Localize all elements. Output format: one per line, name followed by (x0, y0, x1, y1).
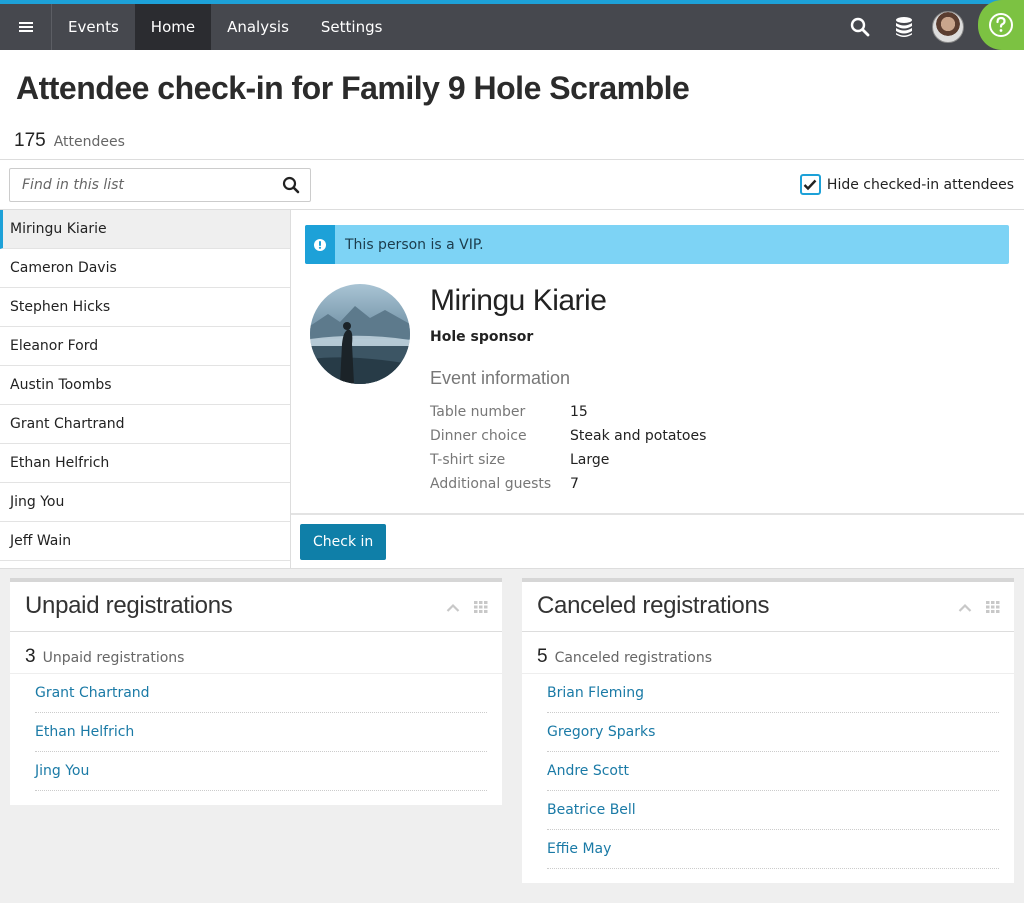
drag-grid-icon[interactable] (474, 598, 488, 617)
nav-events[interactable]: Events (52, 4, 135, 50)
card-controls (446, 598, 488, 617)
card-count-number: 3 (25, 646, 36, 667)
event-info-row: Dinner choice Steak and potatoes (430, 424, 706, 448)
registration-link[interactable]: Brian Fleming (547, 674, 999, 713)
field-label: Table number (430, 404, 526, 420)
field-value: 15 (570, 404, 588, 420)
top-navigation-bar: Events Home Analysis Settings (0, 0, 1024, 50)
field-label: Additional guests (430, 476, 552, 492)
field-label: T-shirt size (430, 452, 506, 468)
attendee-count: 175 Attendees (14, 130, 125, 152)
search-icon[interactable] (282, 176, 300, 198)
card-list: Brian Fleming Gregory Sparks Andre Scott… (522, 674, 1014, 869)
vip-message: This person is a VIP. (345, 236, 484, 253)
checkin-panel: Attendee check-in for Family 9 Hole Scra… (0, 50, 1024, 569)
page-title: Attendee check-in for Family 9 Hole Scra… (16, 70, 690, 106)
attendee-detail: This person is a VIP. Miringu Kiarie Hol… (291, 210, 1024, 569)
field-value: 7 (570, 476, 579, 492)
card-count-number: 5 (537, 646, 548, 667)
attendee-photo (310, 284, 410, 384)
attendee-row[interactable]: Miringu Kiarie (0, 210, 290, 249)
filter-bar: Hide checked-in attendees (0, 159, 1024, 210)
field-value: Large (570, 452, 610, 468)
registration-link[interactable]: Effie May (547, 830, 999, 869)
avatar-image (932, 11, 964, 43)
detail-footer: Check in (291, 513, 1024, 569)
card-controls (958, 598, 1000, 617)
vip-alert: This person is a VIP. (305, 225, 1009, 264)
topbar-actions (838, 0, 1024, 50)
card-title: Unpaid registrations (25, 592, 233, 619)
main-nav: Events Home Analysis Settings (52, 4, 398, 50)
user-avatar[interactable] (926, 4, 970, 50)
nav-home[interactable]: Home (134, 4, 212, 50)
attendee-row[interactable]: Eleanor Ford (0, 327, 290, 366)
attendee-row[interactable]: Stephen Hicks (0, 288, 290, 327)
hide-checked-in-checkbox[interactable] (799, 174, 821, 195)
field-label: Dinner choice (430, 428, 527, 444)
attendee-row[interactable]: Ethan Helfrich (0, 444, 290, 483)
hamburger-icon (18, 26, 33, 28)
event-info-row: Table number 15 (430, 400, 706, 424)
card-count-label: Unpaid registrations (42, 650, 185, 666)
card-list: Grant Chartrand Ethan Helfrich Jing You (10, 674, 502, 791)
menu-button[interactable] (0, 4, 52, 50)
hide-checked-in-toggle[interactable]: Hide checked-in attendees (799, 174, 1014, 195)
attendee-count-label: Attendees (53, 134, 125, 150)
question-icon (989, 13, 1013, 37)
attendee-list: Miringu Kiarie Cameron Davis Stephen Hic… (0, 210, 291, 569)
drag-grid-icon[interactable] (986, 598, 1000, 617)
registration-link[interactable]: Gregory Sparks (547, 713, 999, 752)
attendee-name: Miringu Kiarie (430, 284, 607, 317)
attendee-row[interactable]: Jeff Wain (0, 522, 290, 561)
card-count-label: Canceled registrations (554, 650, 713, 666)
event-info-row: Additional guests 7 (430, 472, 706, 496)
registration-link[interactable]: Beatrice Bell (547, 791, 999, 830)
nav-settings[interactable]: Settings (305, 4, 399, 50)
event-info-heading: Event information (430, 368, 571, 388)
unpaid-registrations-card: Unpaid registrations 3 Unpaid registrati… (10, 578, 502, 805)
database-icon[interactable] (882, 4, 926, 50)
registration-link[interactable]: Grant Chartrand (35, 674, 487, 713)
attendee-row[interactable]: Cameron Davis (0, 249, 290, 288)
search-icon[interactable] (838, 4, 882, 50)
attendee-row[interactable]: Grant Chartrand (0, 405, 290, 444)
canceled-registrations-card: Canceled registrations 5 Canceled regist… (522, 578, 1014, 883)
search-input[interactable] (10, 177, 270, 193)
check-in-button[interactable]: Check in (300, 524, 387, 560)
attendee-count-number: 175 (14, 130, 46, 151)
event-info-row: T-shirt size Large (430, 448, 706, 472)
registration-link[interactable]: Ethan Helfrich (35, 713, 487, 752)
event-info-table: Table number 15 Dinner choice Steak and … (430, 400, 706, 496)
card-header: Unpaid registrations (10, 582, 502, 632)
info-icon (305, 225, 335, 264)
chevron-up-icon[interactable] (446, 598, 460, 617)
registration-link[interactable]: Jing You (35, 752, 487, 791)
nav-analysis[interactable]: Analysis (211, 4, 305, 50)
attendee-row[interactable]: Austin Toombs (0, 366, 290, 405)
search-box (9, 168, 311, 202)
chevron-up-icon[interactable] (958, 598, 972, 617)
registration-link[interactable]: Andre Scott (547, 752, 999, 791)
help-button[interactable] (978, 0, 1024, 50)
card-count: 3 Unpaid registrations (10, 632, 502, 674)
checkmark-icon (804, 179, 817, 190)
card-title: Canceled registrations (537, 592, 770, 619)
attendee-role: Hole sponsor (430, 329, 534, 345)
card-header: Canceled registrations (522, 582, 1014, 632)
hide-checked-in-label: Hide checked-in attendees (826, 176, 1014, 193)
field-value: Steak and potatoes (570, 428, 707, 444)
card-count: 5 Canceled registrations (522, 632, 1014, 674)
attendee-row[interactable]: Jing You (0, 483, 290, 522)
